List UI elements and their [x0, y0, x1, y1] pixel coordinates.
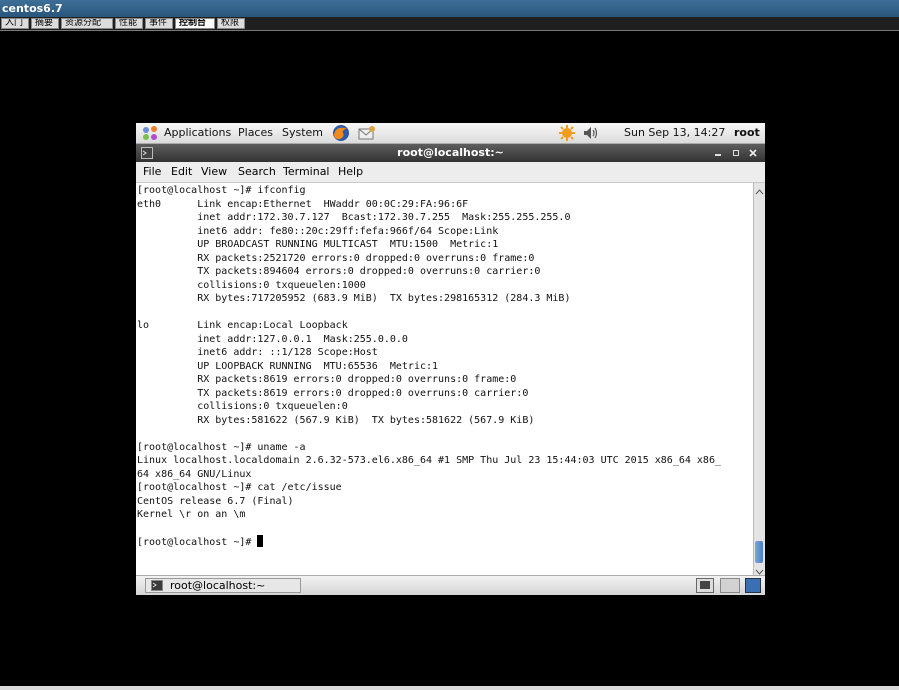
guest-desktop: Applications Places System Sun Sep 13, 1… — [136, 123, 765, 595]
terminal-line: CentOS release 6.7 (Final) — [137, 495, 294, 507]
taskbar-button-terminal[interactable]: root@localhost:~ — [145, 578, 301, 593]
terminal-prompt: [root@localhost ~]# — [137, 537, 258, 548]
volume-icon[interactable] — [582, 123, 600, 143]
menu-help[interactable]: Help — [338, 162, 363, 182]
firefox-icon[interactable] — [332, 123, 350, 143]
tab-summary[interactable]: 摘要 — [31, 18, 59, 29]
menu-terminal[interactable]: Terminal — [283, 162, 330, 182]
terminal-line: inet6 addr: fe80::20c:29ff:fefa:966f/64 … — [137, 225, 499, 237]
tab-events[interactable]: 事件 — [145, 18, 173, 29]
terminal-line: Linux localhost.localdomain 2.6.32-573.e… — [137, 455, 721, 466]
tab-getting-started[interactable]: 入门 — [1, 18, 29, 29]
terminal-line: Kernel \r on an \m — [137, 509, 246, 520]
mail-icon[interactable] — [358, 123, 376, 143]
menu-search[interactable]: Search — [238, 162, 276, 182]
gnome-top-panel: Applications Places System Sun Sep 13, 1… — [136, 123, 765, 144]
terminal-titlebar[interactable]: root@localhost:~ — [136, 144, 765, 162]
bottom-panel: root@localhost:~ — [136, 575, 765, 595]
tab-bar: 入门 摘要 资源分配 性能 事件 控制台 权限 — [0, 17, 899, 31]
terminal-line: RX bytes:581622 (567.9 KiB) TX bytes:581… — [137, 414, 535, 426]
terminal-line: UP BROADCAST RUNNING MULTICAST MTU:1500 … — [137, 239, 499, 250]
show-desktop-icon[interactable] — [696, 578, 714, 595]
text-cursor — [257, 535, 264, 547]
terminal-line: lo Link encap:Local Loopback — [137, 320, 348, 331]
terminal-line: [root@localhost ~]# ifconfig — [137, 185, 306, 196]
vertical-scrollbar[interactable] — [753, 183, 765, 575]
terminal-line: inet addr:172.30.7.127 Bcast:172.30.7.25… — [137, 212, 571, 223]
workspace-1[interactable] — [720, 578, 740, 595]
terminal-line: RX bytes:717205952 (683.9 MiB) TX bytes:… — [137, 293, 571, 304]
terminal-line: RX packets:2521720 errors:0 dropped:0 ov… — [137, 252, 535, 264]
app-title: centos6.7 — [0, 0, 899, 17]
terminal-menubar: File Edit View Search Terminal Help — [136, 162, 765, 183]
terminal-area[interactable]: [root@localhost ~]# ifconfig eth0 Link e… — [136, 183, 753, 575]
updates-icon[interactable] — [558, 123, 576, 143]
workspace-2[interactable] — [745, 578, 761, 595]
terminal-line: TX packets:8619 errors:0 dropped:0 overr… — [137, 387, 529, 399]
tab-permissions[interactable]: 权限 — [217, 18, 245, 29]
menu-view[interactable]: View — [201, 162, 227, 182]
tab-resource-allocation[interactable]: 资源分配 — [61, 18, 113, 29]
clock[interactable]: Sun Sep 13, 14:27 — [624, 123, 725, 143]
terminal-line: collisions:0 txqueuelen:0 — [137, 401, 348, 412]
terminal-line: UP LOOPBACK RUNNING MTU:65536 Metric:1 — [137, 360, 439, 372]
applications-icon[interactable] — [142, 123, 159, 143]
scroll-thumb[interactable] — [755, 541, 763, 563]
bottom-border — [0, 686, 899, 690]
terminal-icon — [151, 580, 163, 594]
terminal-line: inet6 addr: ::1/128 Scope:Host — [137, 347, 378, 358]
terminal-line: TX packets:894604 errors:0 dropped:0 ove… — [137, 266, 541, 277]
menu-edit[interactable]: Edit — [171, 162, 192, 182]
terminal-line: eth0 Link encap:Ethernet HWaddr 00:0C:29… — [137, 198, 469, 210]
tab-performance[interactable]: 性能 — [115, 18, 143, 29]
scroll-up-icon[interactable] — [754, 183, 765, 202]
terminal-line: RX packets:8619 errors:0 dropped:0 overr… — [137, 374, 517, 385]
taskbar-item-label: root@localhost:~ — [170, 579, 266, 592]
terminal-line: inet addr:127.0.0.1 Mask:255.0.0.0 — [137, 333, 408, 345]
user-menu[interactable]: root — [734, 123, 760, 143]
terminal-line: [root@localhost ~]# uname -a — [137, 441, 306, 453]
system-menu[interactable]: System — [282, 123, 323, 143]
window-title: root@localhost:~ — [397, 146, 504, 159]
applications-menu[interactable]: Applications — [164, 123, 231, 143]
terminal-output: [root@localhost ~]# ifconfig eth0 Link e… — [136, 183, 753, 550]
terminal-line: collisions:0 txqueuelen:1000 — [137, 279, 366, 291]
places-menu[interactable]: Places — [238, 123, 273, 143]
terminal-line: 64 x86_64 GNU/Linux — [137, 468, 252, 480]
menu-file[interactable]: File — [143, 162, 161, 182]
terminal-line: [root@localhost ~]# cat /etc/issue — [137, 482, 342, 493]
tab-console[interactable]: 控制台 — [175, 18, 215, 29]
